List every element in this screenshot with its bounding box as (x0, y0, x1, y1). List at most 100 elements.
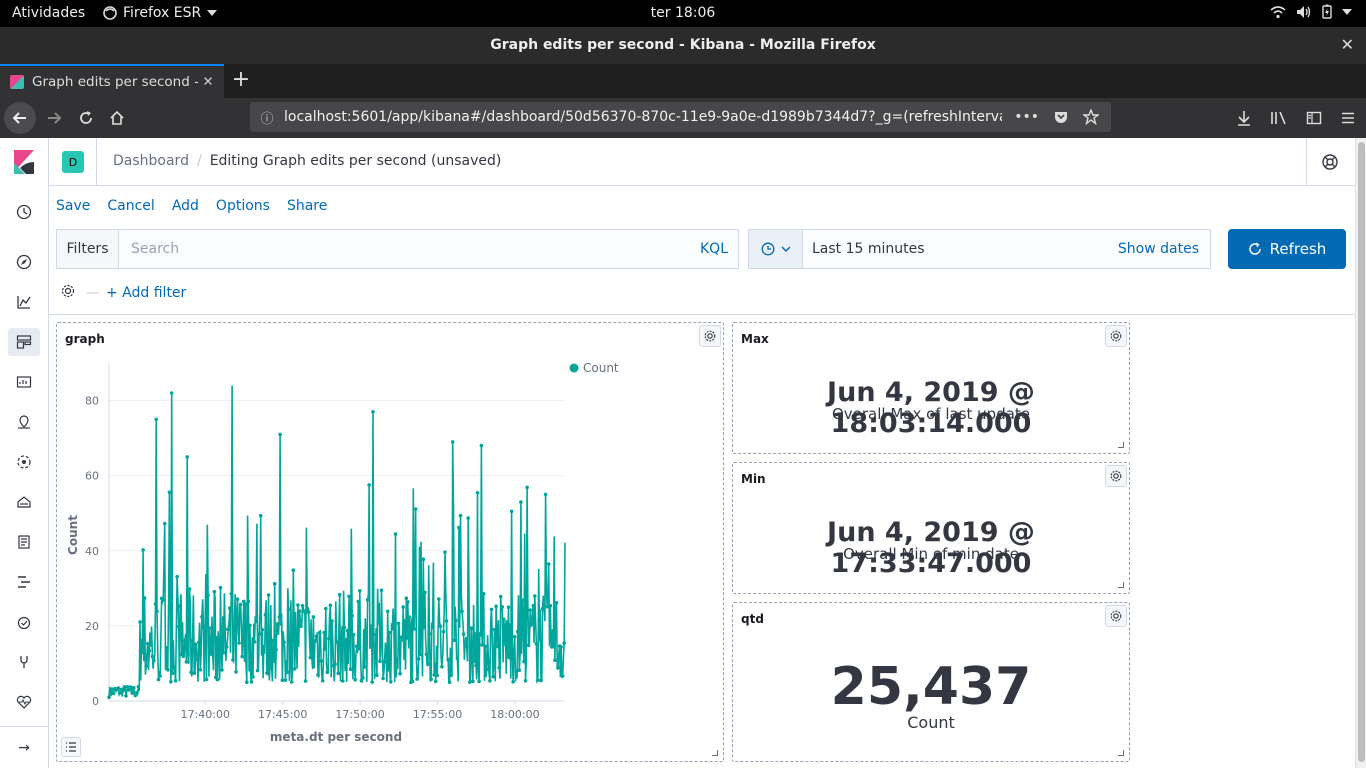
panel-options-gear-icon[interactable] (1105, 605, 1127, 627)
data-point[interactable] (310, 655, 314, 660)
filter-settings-icon[interactable] (56, 283, 80, 303)
data-point[interactable] (406, 600, 410, 604)
data-point[interactable] (407, 615, 412, 619)
data-point[interactable] (136, 684, 141, 689)
data-point[interactable] (433, 679, 438, 684)
data-point[interactable] (479, 443, 484, 448)
data-point[interactable] (529, 622, 534, 627)
data-point[interactable] (435, 673, 440, 678)
data-point[interactable] (144, 664, 148, 668)
data-point[interactable] (511, 680, 515, 684)
data-point[interactable] (240, 654, 244, 659)
data-point[interactable] (279, 622, 283, 626)
data-point[interactable] (486, 658, 491, 663)
search-input[interactable]: Search (119, 241, 700, 257)
data-point[interactable] (495, 644, 500, 649)
data-point[interactable] (291, 568, 296, 572)
data-point[interactable] (381, 676, 385, 681)
data-point[interactable] (452, 638, 457, 643)
data-point[interactable] (141, 548, 145, 552)
data-point[interactable] (384, 647, 389, 651)
data-point[interactable] (551, 644, 556, 649)
save-button[interactable]: Save (56, 198, 90, 214)
data-point[interactable] (404, 596, 409, 600)
hamburger-menu-icon[interactable] (1340, 110, 1356, 126)
data-point[interactable] (108, 692, 113, 696)
data-point[interactable] (474, 663, 478, 668)
data-point[interactable] (272, 581, 277, 586)
data-point[interactable] (210, 652, 215, 657)
data-point[interactable] (526, 643, 531, 648)
data-point[interactable] (212, 589, 217, 594)
data-point[interactable] (500, 605, 505, 609)
data-point[interactable] (412, 627, 416, 631)
data-point[interactable] (271, 638, 275, 643)
clock[interactable]: ter 18:06 (651, 5, 716, 21)
data-point[interactable] (562, 641, 566, 645)
data-point[interactable] (559, 645, 563, 649)
help-menu-icon[interactable] (1320, 152, 1340, 172)
data-point[interactable] (556, 665, 560, 670)
data-point[interactable] (385, 609, 390, 614)
data-point[interactable] (175, 574, 179, 579)
data-point[interactable] (351, 632, 356, 637)
window-close-icon[interactable]: ✕ (1341, 35, 1354, 54)
data-point[interactable] (525, 485, 529, 490)
data-point[interactable] (149, 643, 153, 647)
data-point[interactable] (153, 602, 158, 606)
data-point[interactable] (337, 592, 342, 597)
uptime-icon[interactable] (12, 610, 36, 634)
data-point[interactable] (455, 656, 460, 661)
data-point[interactable] (116, 686, 121, 690)
data-point[interactable] (426, 662, 430, 666)
share-button[interactable]: Share (287, 198, 327, 214)
data-point[interactable] (203, 634, 207, 638)
data-point[interactable] (172, 665, 176, 670)
data-point[interactable] (373, 653, 378, 658)
breadcrumb-dashboard[interactable]: Dashboard (113, 153, 189, 169)
data-point[interactable] (248, 623, 252, 628)
data-point[interactable] (364, 631, 368, 636)
data-point[interactable] (401, 605, 406, 609)
data-point[interactable] (379, 588, 384, 593)
data-point[interactable] (258, 513, 263, 518)
data-point[interactable] (483, 644, 488, 649)
data-point[interactable] (471, 679, 475, 684)
data-point[interactable] (138, 620, 142, 624)
data-point[interactable] (520, 598, 525, 603)
data-point[interactable] (341, 679, 345, 683)
monitoring-icon[interactable] (12, 690, 36, 714)
data-point[interactable] (122, 685, 127, 689)
data-point[interactable] (378, 659, 382, 663)
data-point[interactable] (488, 679, 492, 683)
data-point[interactable] (164, 645, 169, 650)
data-point[interactable] (494, 604, 498, 609)
data-point[interactable] (289, 680, 294, 684)
data-point[interactable] (444, 619, 449, 623)
data-point[interactable] (320, 678, 325, 683)
data-point[interactable] (548, 603, 553, 608)
data-point[interactable] (150, 654, 155, 659)
data-point[interactable] (410, 679, 415, 684)
time-range-value[interactable]: Last 15 minutes (803, 241, 1118, 257)
data-point[interactable] (220, 668, 224, 672)
system-menu[interactable] (1270, 4, 1352, 19)
data-point[interactable] (492, 627, 497, 632)
data-point[interactable] (277, 615, 282, 619)
data-point[interactable] (154, 417, 158, 422)
data-point[interactable] (392, 626, 396, 630)
data-point[interactable] (560, 674, 565, 678)
app-menu[interactable]: Firefox ESR (103, 5, 218, 21)
data-point[interactable] (546, 562, 551, 566)
data-point[interactable] (135, 690, 139, 695)
downloads-icon[interactable] (1236, 110, 1252, 126)
data-point[interactable] (231, 658, 235, 662)
add-panel-button[interactable]: Add (172, 198, 199, 214)
home-icon[interactable] (101, 102, 133, 134)
data-point[interactable] (395, 657, 399, 662)
data-point[interactable] (293, 667, 297, 671)
data-point[interactable] (299, 624, 303, 628)
data-point[interactable] (218, 585, 223, 590)
data-point[interactable] (197, 640, 201, 645)
library-icon[interactable] (1270, 110, 1288, 126)
